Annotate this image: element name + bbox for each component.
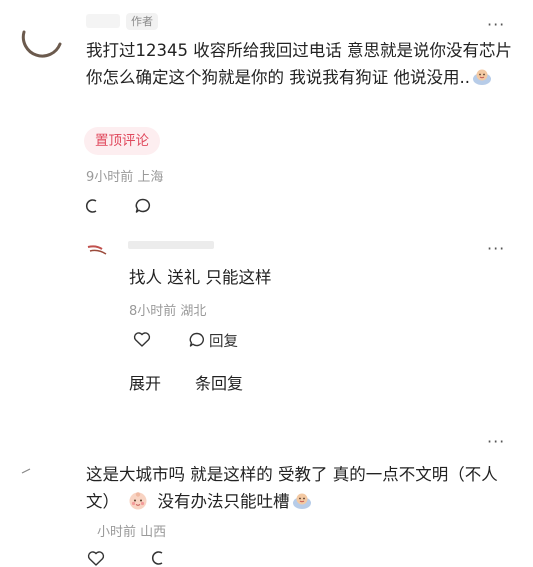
comment-icon[interactable] <box>150 549 168 567</box>
username-blurred[interactable] <box>86 14 120 28</box>
more-options-icon[interactable]: ··· <box>487 17 505 33</box>
laugh-cry-emoji <box>292 491 312 518</box>
comment-avatar[interactable] <box>20 14 64 58</box>
reply-text: 找人 送礼 只能这样 <box>129 268 272 287</box>
like-icon[interactable] <box>133 331 151 348</box>
comment-meta: 小时前 山西 <box>97 525 167 540</box>
more-options-icon[interactable]: ··· <box>487 434 505 450</box>
expand-count-label: 条回复 <box>195 374 244 393</box>
baby-face-emoji <box>128 491 148 519</box>
reply-button[interactable]: 回复 <box>209 330 238 351</box>
reply-avatar[interactable] <box>86 244 110 258</box>
like-icon[interactable] <box>85 197 103 215</box>
reply-meta: 8小时前 湖北 <box>129 304 207 319</box>
author-tag: 作者 <box>126 13 158 30</box>
comment-icon[interactable] <box>134 197 152 215</box>
pinned-comment-badge: 置顶评论 <box>84 127 160 155</box>
reply-username-blurred[interactable] <box>128 241 214 249</box>
comment-avatar[interactable] <box>20 460 60 474</box>
more-options-icon[interactable]: ··· <box>487 241 505 257</box>
like-icon[interactable] <box>87 550 105 567</box>
expand-replies-button[interactable]: 展开 条回复 <box>129 370 243 394</box>
comment-text: 这是大城市吗 就是这样的 受教了 真的一点不文明（不人文） 没有办法只能吐槽 <box>86 461 526 519</box>
comment-text: 我打过12345 收容所给我回过电话 意思就是说你没有芯片你怎么确定这个狗就是你… <box>86 37 516 94</box>
reply-icon[interactable] <box>188 331 206 349</box>
laugh-cry-emoji <box>472 67 492 94</box>
expand-label: 展开 <box>129 374 162 393</box>
comment-meta: 9小时前 上海 <box>86 170 164 185</box>
